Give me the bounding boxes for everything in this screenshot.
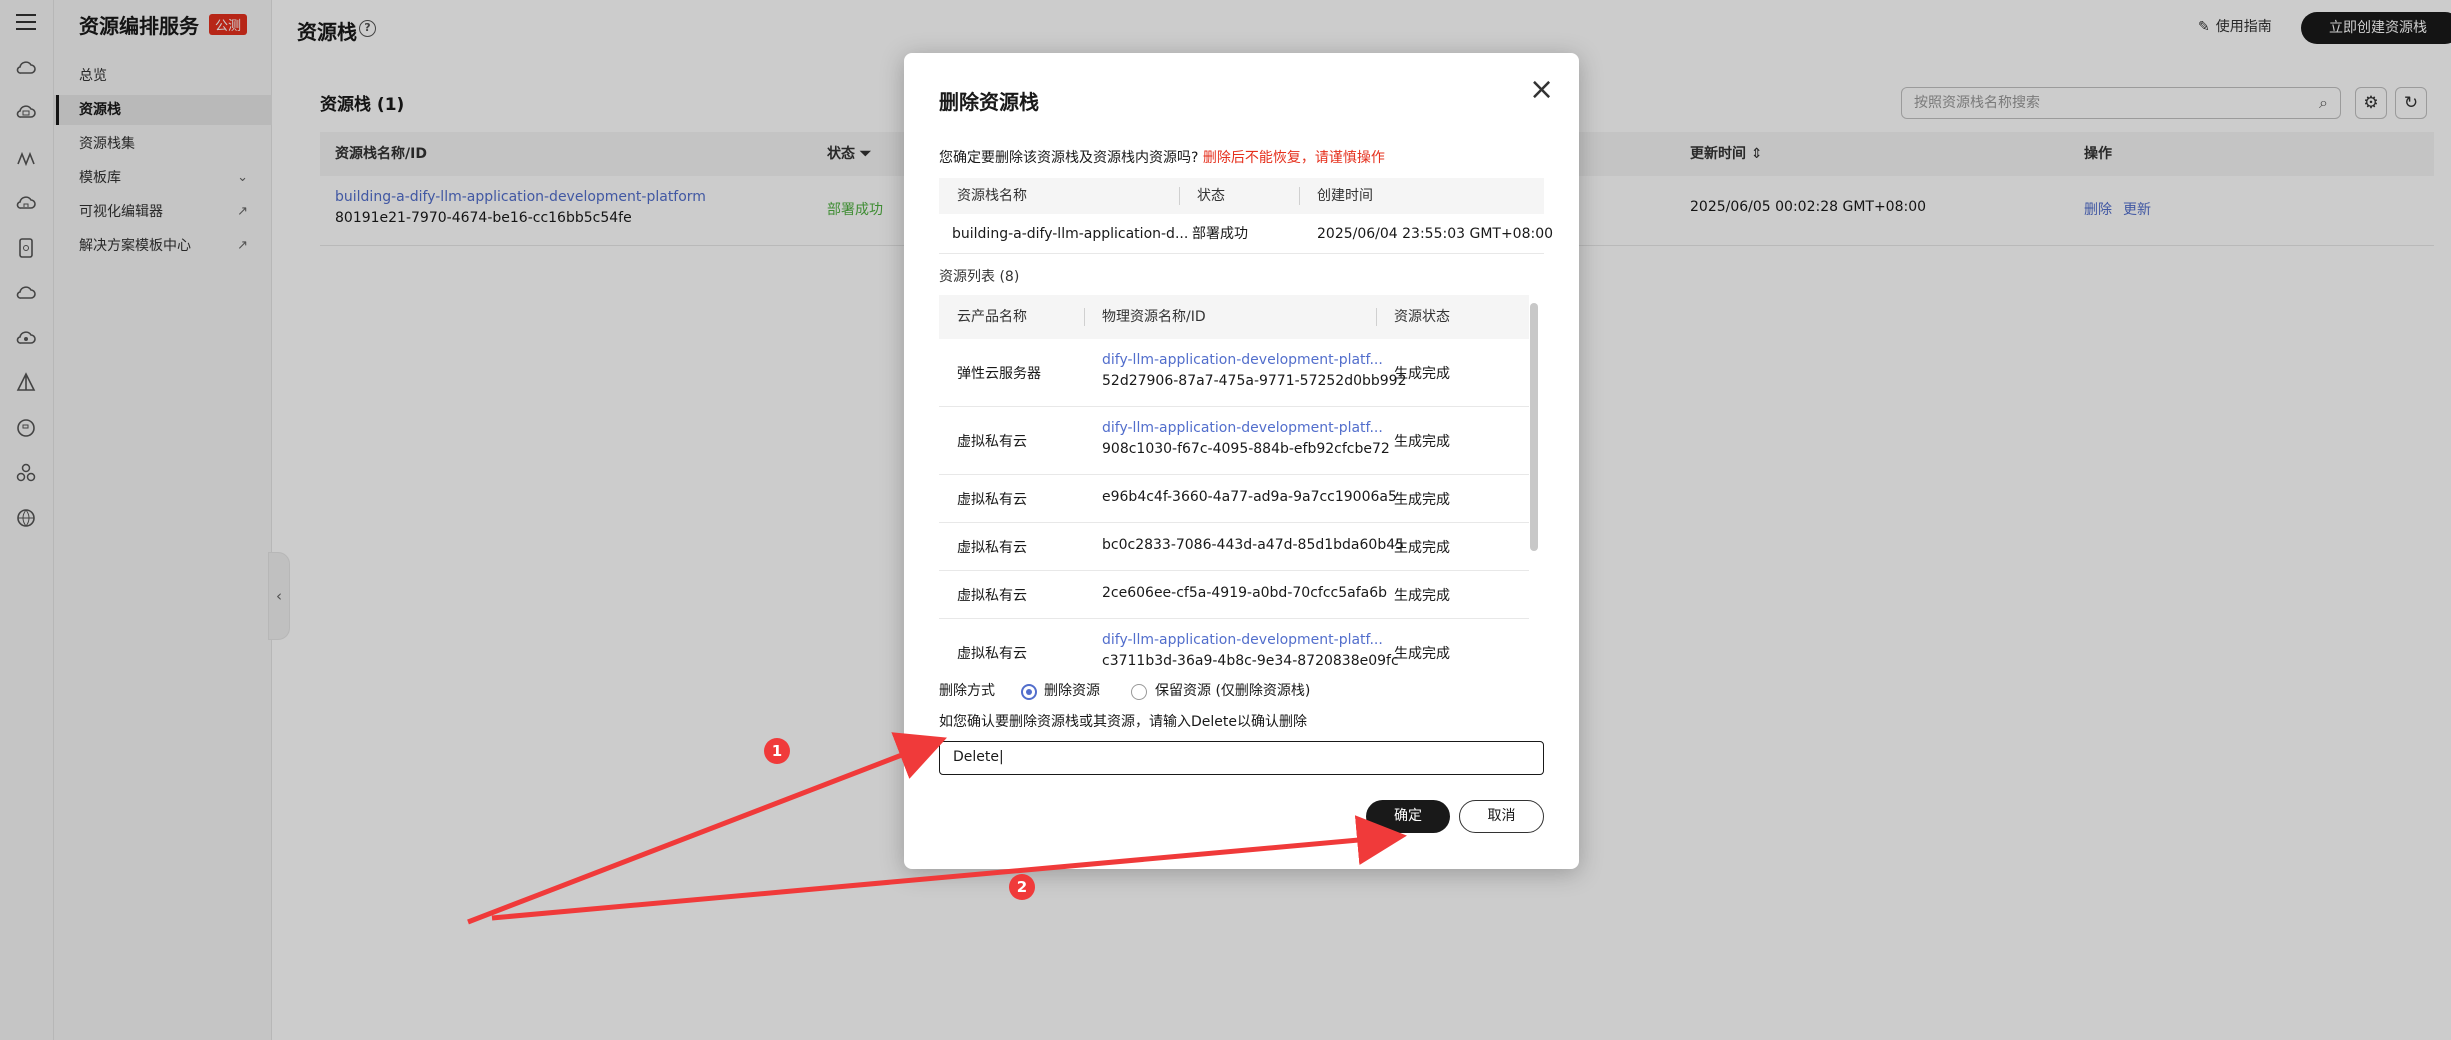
resource-name-link[interactable]: dify-llm-application-development-platf..…: [1102, 420, 1383, 436]
resource-id: bc0c2833-7086-443d-a47d-85d1bda60b45: [1102, 537, 1405, 553]
resource-name-link[interactable]: dify-llm-application-development-platf..…: [1102, 632, 1383, 648]
resource-status: 生成完成: [1394, 366, 1450, 382]
confirm-message: 您确定要删除该资源栈及资源栈内资源吗? 删除后不能恢复，请谨慎操作: [939, 147, 1385, 167]
column-divider: [1299, 187, 1300, 205]
column-header-resource-status: 资源状态: [1394, 309, 1450, 325]
annotation-marker-1: 1: [764, 738, 790, 764]
resource-product: 虚拟私有云: [957, 492, 1027, 508]
option-keep-label[interactable]: 保留资源 (仅删除资源栈): [1155, 678, 1310, 704]
stack-summary-row: building-a-dify-llm-application-d... 部署成…: [939, 214, 1553, 254]
confirm-button[interactable]: 确定: [1366, 800, 1450, 833]
resource-id: e96b4c4f-3660-4a77-ad9a-9a7cc19006a5: [1102, 489, 1397, 505]
table-row: 虚拟私有云 2ce606ee-cf5a-4919-a0bd-70cfcc5afa…: [939, 571, 1529, 619]
stack-summary-header: 资源栈名称 状态 创建时间: [939, 178, 1544, 214]
resource-id: 52d27906-87a7-475a-9771-57252d0bb992: [1102, 373, 1407, 389]
resource-status: 生成完成: [1394, 646, 1450, 662]
summary-stack-status: 部署成功: [1192, 226, 1248, 242]
column-header-stack-status: 状态: [1197, 188, 1225, 204]
delete-confirm-input[interactable]: Delete|: [939, 741, 1544, 775]
cancel-button[interactable]: 取消: [1459, 800, 1544, 833]
column-divider: [1376, 308, 1377, 326]
summary-created-time: 2025/06/04 23:55:03 GMT+08:00: [1317, 226, 1554, 242]
warning-text: 删除后不能恢复，请谨慎操作: [1202, 150, 1385, 166]
resource-id: 2ce606ee-cf5a-4919-a0bd-70cfcc5afa6b: [1102, 585, 1387, 601]
column-divider: [1084, 308, 1085, 326]
resource-product: 虚拟私有云: [957, 646, 1027, 662]
confirm-text: 您确定要删除该资源栈及资源栈内资源吗?: [939, 150, 1199, 166]
resource-status: 生成完成: [1394, 588, 1450, 604]
column-header-product: 云产品名称: [957, 309, 1027, 325]
resource-table-scrollbar[interactable]: [1530, 303, 1538, 551]
column-header-stack-name: 资源栈名称: [957, 188, 1027, 204]
column-header-physical-name: 物理资源名称/ID: [1102, 309, 1206, 325]
column-divider: [1179, 187, 1180, 205]
resource-name-link[interactable]: dify-llm-application-development-platf..…: [1102, 352, 1383, 368]
dialog-title: 删除资源栈: [939, 90, 1039, 114]
delete-confirm-hint: 如您确认要删除资源栈或其资源，请输入Delete以确认删除: [939, 714, 1307, 730]
delete-stack-dialog: 删除资源栈 × 您确定要删除该资源栈及资源栈内资源吗? 删除后不能恢复，请谨慎操…: [904, 53, 1579, 869]
option-delete-label[interactable]: 删除资源: [1044, 678, 1100, 704]
resource-table-header: 云产品名称 物理资源名称/ID 资源状态: [939, 295, 1529, 339]
table-row: 虚拟私有云 bc0c2833-7086-443d-a47d-85d1bda60b…: [939, 523, 1529, 571]
delete-confirm-input-value: Delete: [953, 749, 999, 765]
table-row: 虚拟私有云 e96b4c4f-3660-4a77-ad9a-9a7cc19006…: [939, 475, 1529, 523]
resource-id: 908c1030-f67c-4095-884b-efb92cfcbe72: [1102, 441, 1390, 457]
resource-list-title: 资源列表 (8): [939, 269, 1020, 285]
close-icon[interactable]: ×: [1529, 75, 1554, 105]
summary-stack-name: building-a-dify-llm-application-d...: [952, 226, 1189, 242]
table-row: 虚拟私有云 dify-llm-application-development-p…: [939, 407, 1529, 475]
resource-id: c3711b3d-36a9-4b8c-9e34-8720838e09fc: [1102, 653, 1399, 669]
resource-status: 生成完成: [1394, 492, 1450, 508]
resource-status: 生成完成: [1394, 434, 1450, 450]
annotation-marker-2: 2: [1009, 874, 1035, 900]
delete-method-group: 删除方式 删除资源 保留资源 (仅删除资源栈): [939, 678, 1539, 704]
table-row: 弹性云服务器 dify-llm-application-development-…: [939, 339, 1529, 407]
resource-status: 生成完成: [1394, 540, 1450, 556]
resource-product: 弹性云服务器: [957, 366, 1041, 382]
resource-table[interactable]: 云产品名称 物理资源名称/ID 资源状态 弹性云服务器 dify-llm-app…: [939, 295, 1544, 675]
radio-delete-resources[interactable]: [1021, 684, 1037, 700]
delete-method-label: 删除方式: [939, 683, 995, 699]
resource-product: 虚拟私有云: [957, 434, 1027, 450]
column-header-created: 创建时间: [1317, 188, 1373, 204]
resource-product: 虚拟私有云: [957, 588, 1027, 604]
resource-product: 虚拟私有云: [957, 540, 1027, 556]
table-row: 虚拟私有云 dify-llm-application-development-p…: [939, 619, 1529, 675]
radio-keep-resources[interactable]: [1131, 684, 1147, 700]
